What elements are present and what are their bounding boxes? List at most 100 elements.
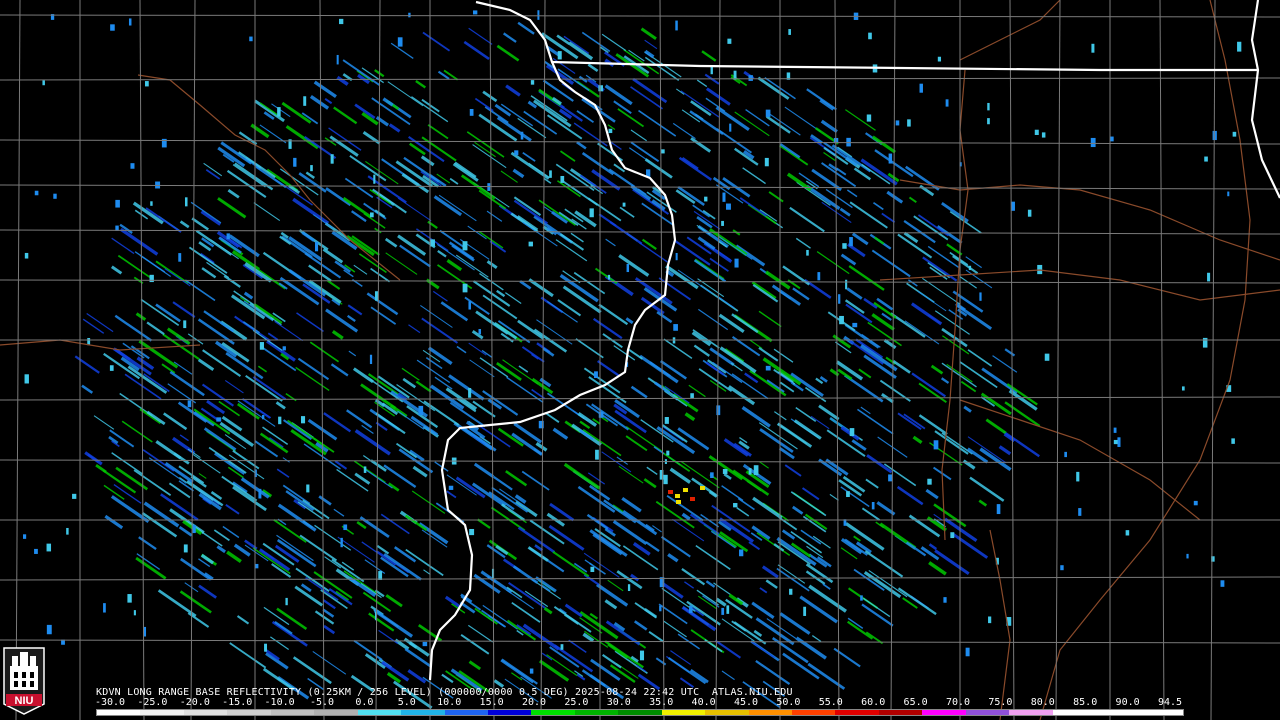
echo-speck [306, 484, 310, 493]
echo-speck [1202, 337, 1208, 348]
echo-speck [1227, 191, 1230, 197]
scale-swatch [748, 710, 792, 715]
echo-speck [300, 416, 306, 424]
echo-speck [557, 51, 562, 60]
echo-speck [1078, 508, 1082, 516]
echo-speck [448, 485, 454, 490]
scale-swatch [1139, 710, 1183, 715]
echo-speck [1076, 471, 1080, 482]
echo-speck [529, 668, 534, 674]
echo-speck [1232, 131, 1237, 137]
echo-speck [303, 96, 307, 106]
scale-label: 0.0 [355, 697, 374, 708]
echo-speck [560, 644, 564, 650]
echo-speck [418, 405, 424, 416]
scale-swatch [1052, 710, 1097, 715]
echo-speck [144, 81, 149, 87]
echo-speck [788, 29, 791, 35]
echo-cell [676, 500, 681, 504]
echo-speck [753, 465, 759, 476]
echo-speck [849, 428, 855, 437]
echo-speck [46, 624, 52, 635]
echo-speck [888, 474, 893, 482]
scale-label: -5.0 [309, 697, 335, 708]
echo-speck [729, 123, 732, 132]
echo-speck [988, 616, 992, 624]
scale-label: 45.0 [733, 697, 759, 708]
echo-speck [258, 488, 262, 499]
echo-speck [710, 472, 714, 478]
echo-speck [487, 183, 491, 191]
echo-speck [264, 643, 268, 652]
echo-speck [933, 440, 939, 450]
echo-speck [370, 212, 374, 218]
echo-speck [34, 548, 38, 554]
echo-speck [765, 365, 771, 371]
echo-speck [53, 193, 57, 199]
echo-speck [608, 128, 613, 134]
scale-label: 75.0 [988, 697, 1013, 708]
echo-speck [469, 528, 475, 536]
echo-speck [110, 24, 115, 31]
echo-speck [765, 109, 771, 117]
scale-label: 15.0 [479, 697, 504, 708]
echo-speck [1113, 439, 1118, 445]
echo-speck [845, 279, 848, 290]
echo-speck [590, 566, 595, 573]
radar-map [0, 0, 1280, 720]
echo-speck [1027, 209, 1032, 217]
echo-speck [739, 549, 744, 557]
echo-speck [261, 414, 265, 420]
echo-speck [314, 241, 319, 252]
scale-label: 70.0 [945, 697, 971, 708]
echo-speck [598, 85, 604, 92]
scale-label: -20.0 [179, 697, 210, 708]
scale-label: 50.0 [776, 697, 801, 708]
echo-speck [184, 197, 188, 207]
echo-speck [528, 241, 533, 247]
echo-cell [675, 494, 680, 498]
echo-speck [1113, 427, 1117, 433]
scale-swatch [140, 710, 184, 715]
scale-swatch [705, 710, 749, 715]
echo-speck [549, 170, 552, 178]
echo-speck [343, 524, 348, 531]
echo-speck [639, 650, 645, 661]
scale-label: -25.0 [137, 697, 168, 708]
echo-speck [733, 70, 737, 80]
scale-swatch [922, 710, 966, 715]
echo-speck [127, 594, 132, 603]
echo-speck [178, 253, 182, 262]
echo-speck [103, 603, 106, 613]
echo-speck [226, 233, 230, 240]
echo-speck [128, 18, 132, 26]
echo-speck [659, 605, 662, 612]
echo-speck [109, 365, 114, 371]
echo-speck [927, 478, 932, 485]
echo-speck [838, 294, 841, 304]
echo-speck [1034, 129, 1039, 135]
echo-speck [469, 108, 474, 116]
echo-speck [149, 274, 154, 283]
logo-text: NIU [15, 695, 34, 707]
scale-swatch [878, 710, 923, 715]
echo-speck [1204, 156, 1208, 162]
echo-speck [1193, 500, 1198, 506]
echo-speck [726, 203, 731, 210]
echo-cell [690, 497, 695, 501]
scale-label: 85.0 [1073, 697, 1098, 708]
echo-speck [130, 163, 135, 169]
echo-speck [293, 157, 297, 167]
echo-speck [1044, 353, 1050, 361]
echo-speck [42, 80, 45, 86]
echo-speck [722, 468, 728, 474]
color-scale-labels: -30.0 -25.0 -20.0 -15.0 -10.0 -5.0 0.0 5.0 10.0 1… [95, 697, 1196, 709]
echo-speck [666, 450, 670, 456]
echo-speck [675, 20, 678, 31]
scale-swatch [965, 710, 1010, 715]
echo-speck [24, 374, 29, 384]
echo-speck [950, 532, 955, 539]
echo-speck [689, 605, 693, 613]
scale-label: 90.0 [1115, 697, 1140, 708]
echo-speck [1181, 386, 1185, 391]
